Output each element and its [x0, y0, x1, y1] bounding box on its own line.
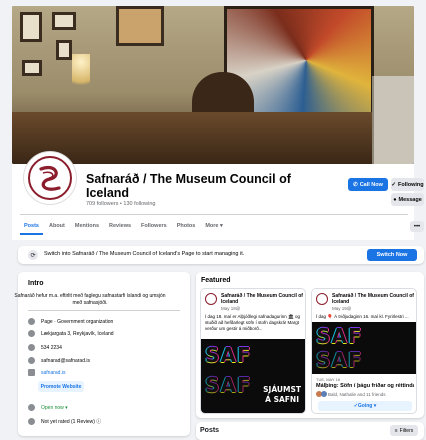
event-image-letters-echo: SAF	[316, 348, 363, 372]
switch-now-button[interactable]: Switch Now	[367, 249, 417, 261]
tab-photos[interactable]: Photos	[173, 219, 200, 235]
tab-mentions[interactable]: Mentions	[71, 219, 103, 235]
filter-sliders-icon: ≡	[394, 427, 398, 434]
email-icon	[28, 357, 35, 364]
phone-icon: ✆	[353, 181, 358, 188]
post-author[interactable]: Safnaráð / The Museum Council of Iceland	[332, 293, 416, 305]
star-icon	[28, 418, 35, 425]
post-text: Í dag 🎈 Á Þiðjudaginn 16. maí kl. Fyrirl…	[316, 314, 409, 319]
event-going-friends: Bald, Nathalie and 11 friends	[328, 392, 386, 397]
intro-email-row: safnarad@safnarad.is	[28, 357, 90, 364]
post-text: Í dag 18. maí er Alþjóðlegi safnadagurin…	[205, 314, 301, 331]
intro-title: Intro	[28, 280, 44, 287]
tab-more[interactable]: More ▾	[201, 219, 226, 235]
event-title[interactable]: Málþing: Söfn í þágu friðar og réttinda	[316, 383, 414, 389]
cover-painting-2	[52, 12, 76, 30]
intro-hours-row: Open now ▾	[28, 404, 68, 411]
intro-hours[interactable]: Open now ▾	[41, 405, 68, 411]
cover-painting-5	[22, 60, 42, 76]
page-title: Safnaráð / The Museum Council of Iceland	[86, 172, 291, 200]
cover-painting-3	[116, 6, 164, 46]
message-label: Message	[398, 196, 422, 203]
globe-icon	[28, 369, 35, 376]
cover-filing-cabinet	[372, 76, 414, 164]
intro-category: Page · Government organization	[41, 318, 114, 325]
going-label: Going ▾	[357, 403, 377, 409]
tab-posts[interactable]: Posts	[20, 219, 43, 235]
cover-painting-1	[20, 12, 42, 42]
intro-address-row: Lækjargata 3, Reykjavík, Iceland	[28, 330, 114, 337]
event-date: TUE, MAY 16	[316, 377, 341, 382]
message-button[interactable]: ● Message	[391, 193, 424, 206]
call-now-button[interactable]: ✆ Call Now	[348, 178, 388, 191]
tab-followers[interactable]: Followers	[137, 219, 171, 235]
featured-event-post[interactable]: Safnaráð / The Museum Council of Iceland…	[311, 288, 417, 414]
post-author-avatar	[316, 293, 328, 305]
featured-post[interactable]: Safnaráð / The Museum Council of Iceland…	[200, 288, 306, 414]
switch-banner-text: Switch into Safnaráð / The Museum Counci…	[44, 251, 245, 257]
page-avatar[interactable]	[24, 152, 76, 204]
intro-website-row: safnarad.is	[28, 369, 65, 376]
intro-website-link[interactable]: safnarad.is	[41, 370, 65, 376]
featured-title: Featured	[201, 277, 231, 284]
post-image-letters: SAF	[205, 343, 252, 367]
tab-reviews[interactable]: Reviews	[105, 219, 135, 235]
phone-icon	[28, 344, 35, 351]
going-button[interactable]: ✓ Going ▾	[318, 401, 412, 411]
info-icon	[28, 318, 35, 325]
clock-icon	[28, 404, 35, 411]
cover-lamp	[72, 54, 90, 94]
page-tabs: Posts About Mentions Reviews Followers P…	[20, 219, 227, 235]
filters-label: Filters	[399, 427, 414, 434]
museum-council-logo-icon	[28, 156, 72, 200]
intro-address[interactable]: Lækjargata 3, Reykjavík, Iceland	[41, 331, 114, 337]
post-author[interactable]: Safnaráð / The Museum Council of Iceland	[221, 293, 305, 305]
more-options-button[interactable]: •••	[410, 221, 424, 232]
posts-section-header: Posts ≡ Filters	[196, 422, 424, 440]
post-image-letters-echo: SAF	[205, 373, 252, 397]
post-image[interactable]: SAF SAF SJÁUMST Á SAFNI	[201, 339, 305, 413]
event-image[interactable]: SAF SAF	[312, 322, 416, 374]
intro-rating-row: Not yet rated (1 Review) ⓘ	[28, 418, 101, 425]
location-pin-icon	[28, 330, 35, 337]
post-image-caption: SJÁUMST Á SAFNI	[263, 385, 301, 405]
following-label: Following	[397, 181, 424, 188]
cover-photo[interactable]	[12, 6, 414, 164]
post-date[interactable]: May 19@	[332, 306, 351, 311]
intro-phone[interactable]: 534 2234	[41, 345, 62, 351]
intro-category-row: Page · Government organization	[28, 318, 113, 325]
call-now-label: Call Now	[359, 181, 383, 188]
tab-about[interactable]: About	[45, 219, 69, 235]
intro-rating: Not yet rated (1 Review) ⓘ	[41, 419, 102, 425]
post-image-caption-line2: Á SAFNI	[265, 395, 299, 404]
intro-phone-row: 534 2234	[28, 344, 62, 351]
friend-avatar	[321, 391, 327, 397]
page-stats[interactable]: 709 followers • 130 following	[86, 201, 156, 207]
intro-email[interactable]: safnarad@safnarad.is	[41, 358, 90, 364]
following-button[interactable]: ✓ Following	[391, 178, 424, 191]
promote-website-button[interactable]: Promote Website	[38, 381, 84, 392]
cover-painting-4	[56, 40, 72, 60]
intro-divider	[28, 310, 180, 311]
switch-profile-icon: ⟳	[28, 250, 38, 260]
event-image-letters: SAF	[316, 324, 363, 348]
messenger-icon: ●	[393, 196, 397, 203]
tabs-divider	[20, 214, 408, 215]
post-date[interactable]: May 19@	[221, 306, 240, 311]
switch-profile-banner: ⟳ Switch into Safnaráð / The Museum Coun…	[18, 246, 424, 264]
post-author-avatar	[205, 293, 217, 305]
posts-title: Posts	[200, 427, 220, 434]
intro-description: Safnaráð hefur m.a. eftirlit með faglegu…	[14, 293, 166, 306]
post-image-caption-line1: SJÁUMST	[263, 385, 301, 394]
following-check-icon: ✓	[391, 181, 396, 188]
filters-button[interactable]: ≡ Filters	[390, 425, 418, 436]
